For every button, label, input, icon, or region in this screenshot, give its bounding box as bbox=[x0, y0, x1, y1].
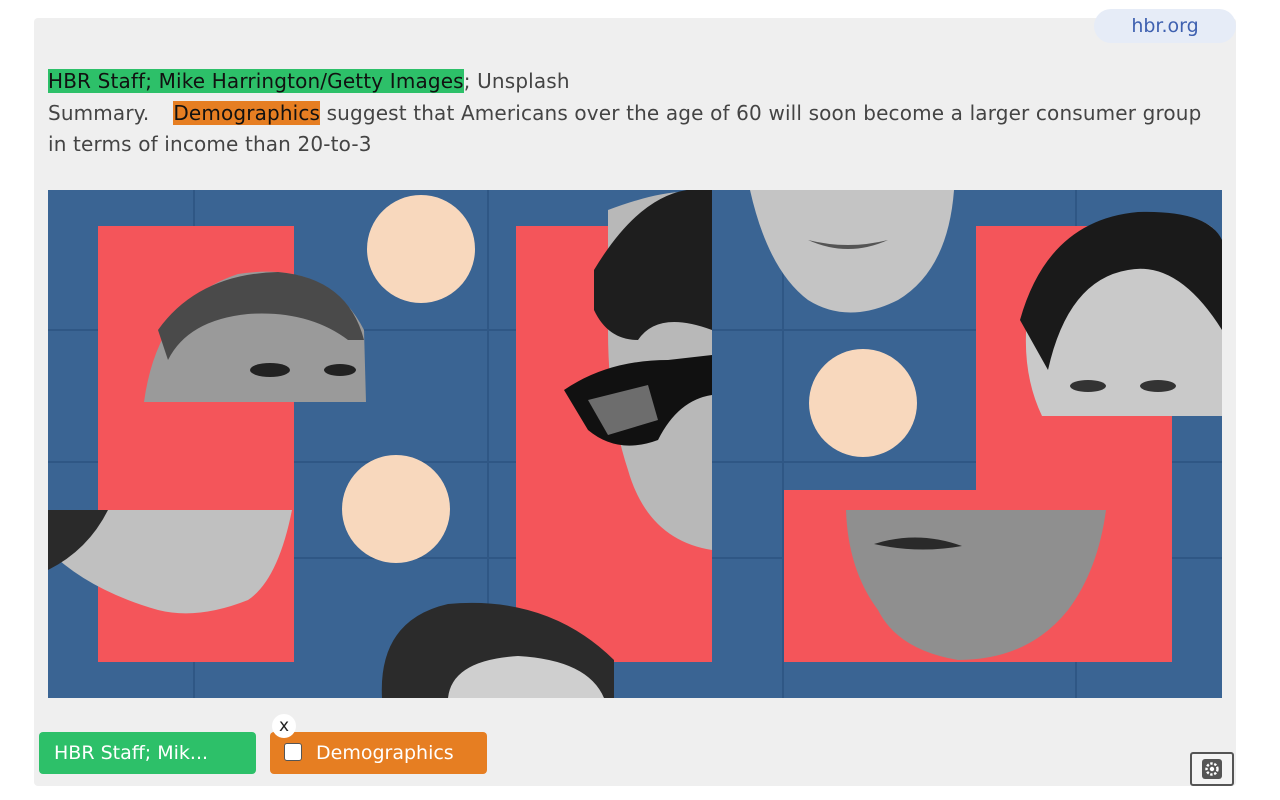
credit-rest: ; Unsplash bbox=[463, 69, 570, 93]
tag-credit[interactable]: HBR Staff; Mik... bbox=[39, 732, 256, 774]
face-top-center bbox=[750, 190, 954, 313]
summary-lead: Summary. bbox=[48, 100, 150, 125]
photo-credit: HBR Staff; Mike Harrington/Getty Images;… bbox=[48, 66, 1218, 98]
remove-tag-button[interactable]: x bbox=[272, 714, 296, 738]
gear-icon bbox=[1202, 759, 1222, 779]
tag-label: Demographics bbox=[316, 742, 454, 764]
summary: Summary. Demographics suggest that Americ… bbox=[48, 98, 1218, 161]
tag-demographics[interactable]: Demographics bbox=[270, 732, 487, 774]
collage-of-faces-image bbox=[48, 190, 1222, 698]
tag-checkbox[interactable] bbox=[284, 743, 302, 761]
credit-highlight[interactable]: HBR Staff; Mike Harrington/Getty Images bbox=[48, 69, 464, 93]
article-text: HBR Staff; Mike Harrington/Getty Images;… bbox=[48, 66, 1218, 161]
settings-button[interactable] bbox=[1190, 752, 1234, 786]
hero-image bbox=[48, 190, 1222, 698]
summary-highlight[interactable]: Demographics bbox=[173, 100, 321, 125]
source-link[interactable]: hbr.org bbox=[1094, 9, 1236, 43]
